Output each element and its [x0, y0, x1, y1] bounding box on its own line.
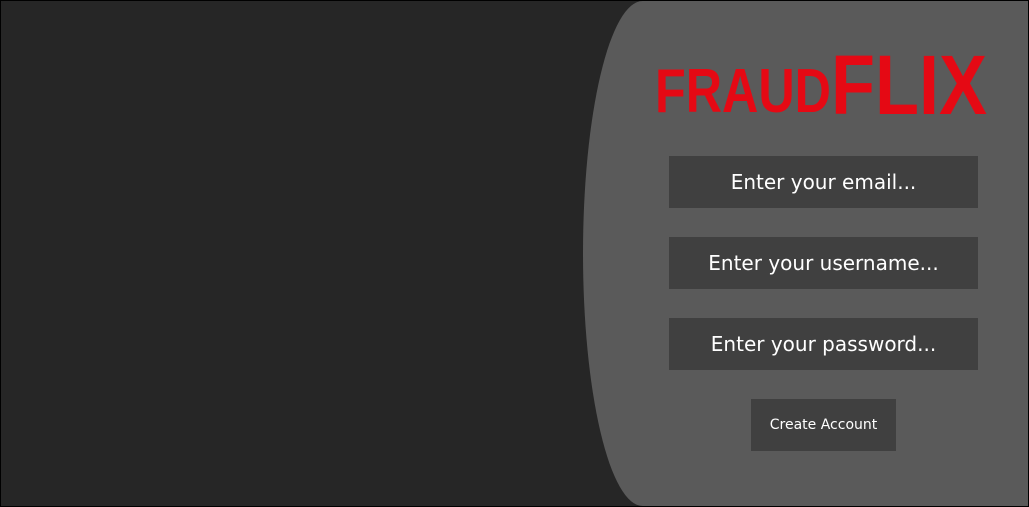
username-field[interactable]	[669, 237, 978, 289]
logo-graphic: FRAUD FLIX	[655, 45, 987, 127]
create-account-button[interactable]: Create Account	[751, 399, 896, 451]
hero-area	[1, 1, 641, 506]
logo-text-fraud: FRAUD	[655, 57, 831, 126]
email-field[interactable]	[669, 156, 978, 208]
password-field[interactable]	[669, 318, 978, 370]
logo-text-flix: FLIX	[831, 45, 987, 127]
app-frame: FRAUD FLIX Create Account	[0, 0, 1029, 507]
fraudflix-logo: FRAUD FLIX	[655, 45, 989, 127]
